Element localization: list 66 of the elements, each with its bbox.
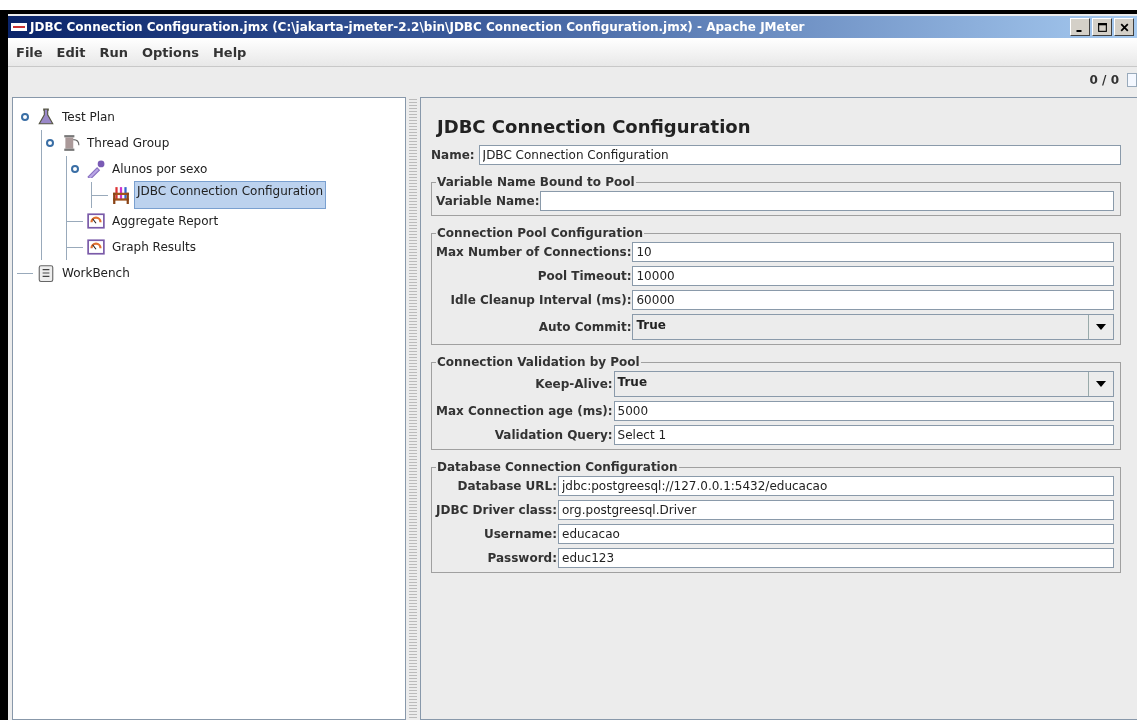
section-title: Variable Name Bound to Pool bbox=[436, 175, 636, 189]
close-icon bbox=[1118, 21, 1130, 33]
test-tube-rack-icon bbox=[112, 186, 130, 204]
maximize-icon bbox=[1096, 21, 1108, 33]
tree-item[interactable]: Alunos por sexo bbox=[109, 159, 211, 179]
field-label: Username: bbox=[483, 527, 557, 541]
window-title: JDBC Connection Configuration.jmx (C:\jakarta-jmeter-2.2\bin\JDBC Connection Configuration.jmx) - Apache JMeter bbox=[30, 20, 806, 34]
tree-toggle-icon[interactable] bbox=[46, 139, 54, 147]
field-label: Auto Commit: bbox=[537, 320, 632, 334]
input-field[interactable]: Select 1 bbox=[613, 425, 1114, 445]
dropdown[interactable]: True bbox=[632, 314, 1114, 340]
tree-toggle-icon[interactable] bbox=[71, 165, 79, 173]
field-label: Password: bbox=[486, 551, 557, 565]
input-field[interactable]: 10000 bbox=[632, 266, 1114, 286]
gauge-icon bbox=[87, 212, 105, 230]
tree-item[interactable]: Test Plan bbox=[59, 107, 118, 127]
dropdown[interactable]: True bbox=[613, 371, 1114, 397]
field-label: Idle Cleanup Interval (ms): bbox=[449, 293, 632, 307]
field-label: Keep-Alive: bbox=[534, 377, 613, 391]
field-label: Max Number of Connections: bbox=[436, 245, 632, 259]
input-field[interactable]: org.postgreesql.Driver bbox=[558, 500, 1114, 520]
menu-item[interactable]: Options bbox=[142, 44, 199, 60]
field-label: JDBC Driver class: bbox=[436, 503, 557, 517]
input-field[interactable] bbox=[540, 191, 1114, 211]
thread-counter: 0 / 0 bbox=[1089, 73, 1119, 87]
caret-icon bbox=[1096, 381, 1106, 387]
dropper-icon bbox=[87, 160, 105, 178]
maximize-button[interactable] bbox=[1092, 18, 1112, 36]
field-label: Database URL: bbox=[456, 479, 557, 493]
clipboard-icon bbox=[37, 264, 55, 282]
tree-item[interactable]: JDBC Connection Configuration bbox=[134, 181, 327, 209]
field-label: Name: bbox=[431, 148, 475, 162]
panel-title: JDBC Connection Configuration bbox=[437, 116, 752, 137]
section-title: Connection Validation by Pool bbox=[436, 355, 641, 369]
menu-item[interactable]: Edit bbox=[56, 44, 86, 60]
app-icon bbox=[11, 23, 27, 31]
field-label: Max Connection age (ms): bbox=[436, 404, 613, 418]
input-field[interactable]: 60000 bbox=[632, 290, 1114, 310]
tree-item[interactable]: Aggregate Report bbox=[109, 211, 222, 231]
input-field[interactable]: 5000 bbox=[613, 401, 1114, 421]
tree-item[interactable]: Graph Results bbox=[109, 237, 199, 257]
splitter-handle[interactable] bbox=[409, 97, 417, 720]
menu-item[interactable]: File bbox=[16, 44, 43, 60]
minimize-icon bbox=[1075, 30, 1082, 32]
input-field[interactable]: educacao bbox=[558, 524, 1114, 544]
flask-icon bbox=[37, 108, 55, 126]
gauge-icon bbox=[87, 238, 105, 256]
menu-item[interactable]: Help bbox=[212, 44, 247, 60]
input-field[interactable]: 10 bbox=[632, 242, 1114, 262]
input-field[interactable]: jdbc:postgreesql://127.0.0.1:5432/educacao bbox=[558, 476, 1114, 496]
spool-icon bbox=[62, 134, 80, 152]
field-label: Variable Name: bbox=[436, 194, 540, 208]
section-title: Database Connection Configuration bbox=[436, 460, 679, 474]
tree-item[interactable]: WorkBench bbox=[59, 263, 133, 283]
close-button[interactable] bbox=[1114, 18, 1134, 36]
field-label: Validation Query: bbox=[493, 428, 613, 442]
caret-icon bbox=[1096, 324, 1106, 330]
status-indicator bbox=[1127, 73, 1137, 87]
tree-item[interactable]: Thread Group bbox=[84, 133, 173, 153]
minimize-button[interactable] bbox=[1070, 18, 1090, 36]
field-label: Pool Timeout: bbox=[536, 269, 632, 283]
menu-item[interactable]: Run bbox=[99, 44, 128, 60]
name-field[interactable]: JDBC Connection Configuration bbox=[478, 145, 1121, 165]
tree-toggle-icon[interactable] bbox=[21, 113, 29, 121]
input-field[interactable]: educ123 bbox=[558, 548, 1114, 568]
section-title: Connection Pool Configuration bbox=[436, 226, 645, 240]
